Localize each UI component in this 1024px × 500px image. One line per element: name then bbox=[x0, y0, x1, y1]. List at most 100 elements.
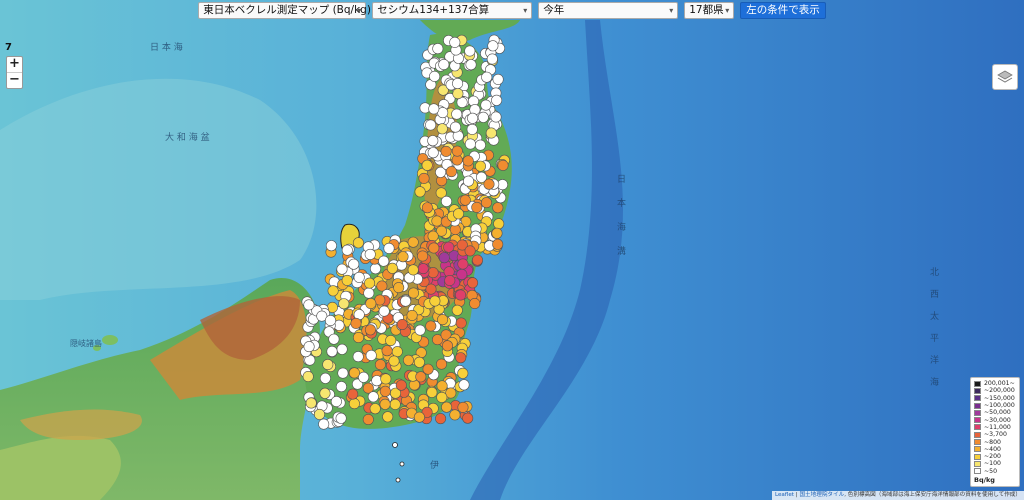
measurement-point[interactable] bbox=[435, 413, 447, 425]
measurement-point[interactable] bbox=[428, 103, 440, 115]
measurement-point[interactable] bbox=[436, 123, 448, 135]
measurement-point[interactable] bbox=[352, 237, 364, 249]
measurement-point[interactable] bbox=[328, 333, 340, 345]
measurement-point[interactable] bbox=[369, 263, 381, 275]
measurement-point[interactable] bbox=[383, 242, 395, 254]
measurement-point[interactable] bbox=[414, 324, 426, 336]
measurement-point[interactable] bbox=[457, 401, 469, 413]
measurement-point[interactable] bbox=[471, 201, 483, 213]
measurement-point[interactable] bbox=[445, 166, 457, 178]
measurement-point[interactable] bbox=[369, 403, 381, 415]
zoom-in-button[interactable]: + bbox=[7, 57, 22, 72]
measurement-point[interactable] bbox=[303, 341, 315, 353]
measurement-point[interactable] bbox=[318, 418, 330, 430]
map-canvas[interactable] bbox=[0, 0, 1024, 500]
measurement-point[interactable] bbox=[326, 345, 338, 357]
leaflet-link[interactable]: Leaflet bbox=[775, 492, 794, 498]
measurement-point[interactable] bbox=[395, 379, 407, 391]
measurement-point[interactable] bbox=[436, 391, 448, 403]
measurement-point[interactable] bbox=[456, 268, 468, 280]
measurement-point[interactable] bbox=[467, 112, 479, 124]
measurement-point[interactable] bbox=[425, 283, 437, 295]
measurement-point[interactable] bbox=[451, 304, 463, 316]
measurement-point[interactable] bbox=[407, 236, 419, 248]
measurement-point[interactable] bbox=[490, 111, 502, 123]
measurement-point[interactable] bbox=[465, 59, 477, 71]
measurement-point[interactable] bbox=[421, 159, 433, 171]
measurement-point[interactable] bbox=[327, 285, 339, 297]
measurement-point[interactable] bbox=[338, 298, 350, 310]
measurement-point[interactable] bbox=[397, 251, 409, 263]
measurement-point[interactable] bbox=[379, 398, 391, 410]
measurement-point[interactable] bbox=[336, 263, 348, 275]
measurement-point[interactable] bbox=[471, 254, 483, 266]
measurement-point[interactable] bbox=[417, 263, 429, 275]
measurement-point[interactable] bbox=[364, 324, 376, 336]
measurement-point[interactable] bbox=[425, 320, 437, 332]
measurement-point[interactable] bbox=[365, 297, 377, 309]
measurement-point[interactable] bbox=[464, 245, 476, 257]
measurement-point[interactable] bbox=[374, 359, 386, 371]
measurement-point[interactable] bbox=[413, 411, 425, 423]
measurement-point[interactable] bbox=[421, 202, 433, 214]
measurement-point[interactable] bbox=[452, 88, 464, 100]
measurement-point[interactable] bbox=[391, 346, 403, 358]
map-type-select[interactable]: 東日本ベクレル測定マップ (Bq/kg) ▾ bbox=[198, 2, 371, 19]
measurement-point[interactable] bbox=[452, 208, 464, 220]
measurement-point[interactable] bbox=[441, 401, 453, 413]
measurement-point[interactable] bbox=[385, 334, 397, 346]
measurement-point[interactable] bbox=[474, 139, 486, 151]
measurement-point[interactable] bbox=[425, 119, 437, 131]
measurement-point[interactable] bbox=[438, 252, 450, 264]
measurement-point[interactable] bbox=[389, 398, 401, 410]
measurement-point[interactable] bbox=[457, 367, 469, 379]
measurement-point[interactable] bbox=[459, 194, 471, 206]
measurement-point[interactable] bbox=[364, 277, 376, 289]
measurement-point[interactable] bbox=[485, 127, 497, 139]
measurement-point[interactable] bbox=[335, 381, 347, 393]
measurement-point[interactable] bbox=[491, 227, 503, 239]
zoom-out-button[interactable]: − bbox=[7, 72, 22, 88]
measurement-point[interactable] bbox=[427, 230, 439, 242]
measurement-point[interactable] bbox=[487, 40, 499, 52]
measurement-point[interactable] bbox=[341, 274, 353, 286]
measurement-point[interactable] bbox=[335, 412, 347, 424]
measurement-point[interactable] bbox=[413, 356, 425, 368]
measurement-point[interactable] bbox=[427, 267, 439, 279]
measurement-point[interactable] bbox=[303, 299, 315, 311]
measurement-point[interactable] bbox=[435, 358, 447, 370]
measurement-point[interactable] bbox=[481, 71, 493, 83]
measurement-point[interactable] bbox=[474, 160, 486, 172]
measurement-point[interactable] bbox=[386, 262, 398, 274]
measurement-point[interactable] bbox=[322, 358, 334, 370]
measurement-point[interactable] bbox=[302, 370, 314, 382]
measurement-point[interactable] bbox=[469, 297, 481, 309]
measurement-point[interactable] bbox=[380, 373, 392, 385]
region-select[interactable]: 17都県 ▾ bbox=[684, 2, 735, 19]
measurement-point[interactable] bbox=[348, 367, 360, 379]
measurement-point[interactable] bbox=[462, 155, 474, 167]
measurement-point[interactable] bbox=[414, 186, 426, 198]
period-select[interactable]: 今年 ▾ bbox=[538, 2, 679, 19]
measurement-point[interactable] bbox=[364, 248, 376, 260]
measurement-point[interactable] bbox=[437, 314, 449, 326]
measurement-point[interactable] bbox=[452, 78, 464, 90]
measurement-point[interactable] bbox=[319, 372, 331, 384]
measurement-point[interactable] bbox=[462, 175, 474, 187]
measurement-point[interactable] bbox=[432, 43, 444, 55]
measurement-point[interactable] bbox=[451, 108, 463, 120]
measurement-point[interactable] bbox=[363, 287, 375, 299]
measurement-point[interactable] bbox=[417, 250, 429, 262]
measurement-point[interactable] bbox=[466, 123, 478, 135]
measurement-point[interactable] bbox=[378, 255, 390, 267]
measurement-point[interactable] bbox=[492, 238, 504, 250]
measurement-point[interactable] bbox=[365, 349, 377, 361]
measurement-point[interactable] bbox=[449, 36, 461, 48]
measurement-point[interactable] bbox=[378, 305, 390, 317]
measurement-point[interactable] bbox=[330, 395, 342, 407]
measurement-point[interactable] bbox=[483, 178, 495, 190]
measurement-point[interactable] bbox=[379, 385, 391, 397]
measurement-point[interactable] bbox=[337, 367, 349, 379]
measurement-point[interactable] bbox=[491, 94, 503, 106]
measurement-point[interactable] bbox=[458, 379, 470, 391]
